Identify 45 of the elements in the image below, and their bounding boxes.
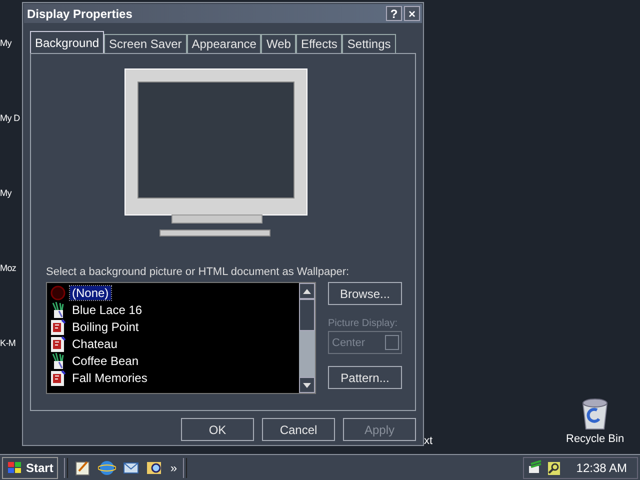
wallpaper-list-item[interactable]: Fall Memories: [50, 369, 296, 386]
windows-logo-icon: [7, 460, 23, 474]
globe-icon[interactable]: [98, 458, 116, 476]
paint-brushes-icon: [50, 352, 66, 368]
wallpaper-list-item[interactable]: (None): [50, 284, 296, 301]
no-picture-icon: [50, 284, 66, 300]
window-title: Display Properties: [27, 6, 134, 20]
dialog-button[interactable]: Cancel: [262, 418, 335, 441]
picture-file-icon: [50, 336, 66, 352]
start-button[interactable]: Start: [2, 456, 58, 478]
up-arrow-icon[interactable]: [303, 288, 311, 294]
picture-file-icon: [50, 318, 66, 334]
desktop-icon-label[interactable]: xt: [424, 435, 433, 447]
desktop-icon-label[interactable]: My: [0, 188, 12, 198]
desktop-icon-label[interactable]: Moz: [0, 263, 16, 273]
tab[interactable]: Background: [30, 31, 104, 53]
wallpaper-list-item[interactable]: Blue Lace 16: [50, 301, 296, 318]
browse-button[interactable]: Browse...: [328, 282, 402, 305]
help-button[interactable]: ?: [386, 6, 402, 21]
scrollbar[interactable]: [299, 283, 315, 393]
close-button[interactable]: ×: [404, 6, 420, 21]
pattern-button[interactable]: Pattern...: [328, 366, 402, 389]
dialog-button[interactable]: OK: [181, 418, 254, 441]
notepad-icon[interactable]: [74, 458, 92, 476]
wallpaper-prompt: Select a background picture or HTML document as Wallpaper:: [46, 266, 350, 278]
tab[interactable]: Effects: [296, 34, 342, 53]
desktop-icon-label[interactable]: K-M: [0, 338, 16, 348]
recycle-bin-label[interactable]: Recycle Bin: [566, 433, 624, 445]
clock: 12:38 AM: [576, 460, 627, 474]
desktop-icon-label[interactable]: My D: [0, 113, 20, 123]
picture-file-icon: [50, 370, 66, 386]
paint-brushes-icon: [50, 302, 66, 318]
wallpaper-list-item[interactable]: Boiling Point: [50, 318, 296, 335]
tab[interactable]: Web: [261, 34, 296, 53]
wallpaper-list-item[interactable]: Chateau: [50, 335, 296, 352]
chevron-button[interactable]: »: [170, 460, 178, 474]
wallpaper-list-item[interactable]: Coffee Bean: [50, 352, 296, 369]
wallpaper-list[interactable]: (None) Blue Lace 16 Boiling Point Chateau Coffee Bean Fall Memories: [46, 282, 316, 394]
tab[interactable]: Screen Saver: [104, 34, 187, 53]
tab[interactable]: Appearance: [186, 34, 262, 53]
desktop-icon-label[interactable]: My: [0, 38, 12, 48]
down-arrow-icon[interactable]: [303, 382, 311, 388]
recycle-bin-icon[interactable]: [580, 398, 610, 430]
picture-display-label: Picture Display:: [328, 318, 398, 329]
tab[interactable]: Settings: [342, 34, 396, 53]
